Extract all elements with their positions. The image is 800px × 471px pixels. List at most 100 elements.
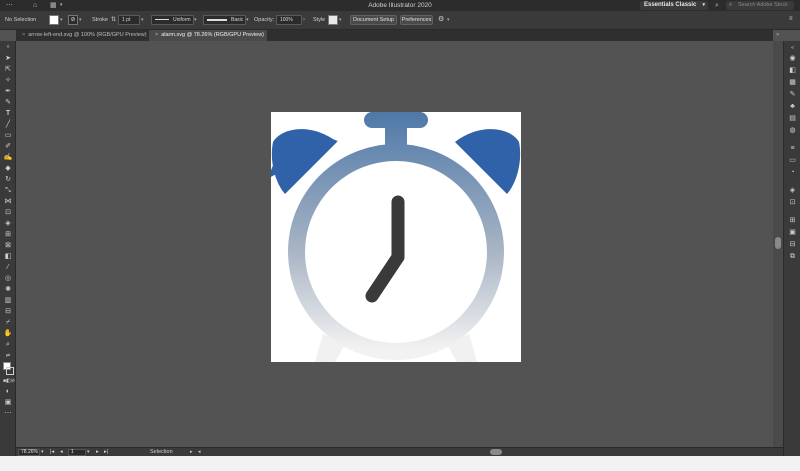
layers-panel-icon[interactable]: ◈ [788,187,797,195]
slice-tool-icon[interactable]: ⌿ [3,319,13,327]
screen-mode-icon[interactable]: ▣ [3,399,13,407]
chevron-down-icon[interactable]: ▾ [447,16,453,24]
artboard-number-field[interactable]: 1 [68,449,86,456]
workspace-switcher[interactable]: Essentials Classic ▾ [640,1,708,10]
pathfinder-panel-icon[interactable]: ⊟ [788,241,797,249]
paintbrush-tool-icon[interactable]: ✐ [3,143,13,151]
transparency-panel-icon[interactable]: ◔ [788,169,797,177]
direct-selection-tool-icon[interactable]: ⇱ [3,66,13,74]
chevron-down-icon[interactable]: ▾ [141,16,147,24]
chevron-down-icon[interactable]: ▾ [79,16,85,24]
panel-dock: « ◉ ◧ ▦ ✎ ♣ ▤ ◍ ≡ ▭ ◔ ◈ ⊡ ⊞ ▣ ⊟ ⧉ [783,41,800,456]
asset-export-icon[interactable]: ⧉ [788,253,797,261]
edit-toolbar-icon[interactable]: ⋯ [3,410,13,418]
stock-search-input[interactable]: ⌕ Search Adobe Stock [726,1,794,10]
color-mode-icon[interactable]: ■◧⊘ [3,377,15,385]
magic-wand-tool-icon[interactable]: ✧ [3,77,13,85]
symbol-sprayer-tool-icon[interactable]: ✺ [3,286,13,294]
artboard[interactable] [271,112,521,362]
stroke-swatch-icon[interactable]: ⊘ [68,15,78,25]
color-guide-icon[interactable]: ◧ [788,67,797,75]
graphic-styles-icon[interactable]: ▤ [788,115,797,123]
gradient-panel-icon[interactable]: ▭ [788,157,797,165]
swatches-panel-icon[interactable]: ▦ [788,79,797,87]
stroke-weight-field[interactable]: 1 pt [118,15,140,25]
tab-arrow-left-end[interactable]: × arrow-left-end.svg @ 100% (RGB/GPU Prev… [16,30,148,41]
selection-label: No Selection [5,17,37,23]
first-artboard-icon[interactable]: |◂ [50,449,54,455]
swap-fill-stroke-icon[interactable]: ⇄ [3,352,13,360]
appearance-panel-icon[interactable]: ◍ [788,127,797,135]
align-panel-icon[interactable]: ▣ [788,229,797,237]
rotate-tool-icon[interactable]: ↻ [3,176,13,184]
document-setup-button[interactable]: Document Setup [350,15,397,25]
shaper-tool-icon[interactable]: ✍ [3,154,13,162]
free-transform-tool-icon[interactable]: ⊡ [3,209,13,217]
opacity-field[interactable]: 100% [276,15,302,25]
previous-artboard-icon[interactable]: ◂ [60,449,63,455]
chevron-down-icon[interactable]: ▾ [87,449,90,455]
eraser-tool-icon[interactable]: ◆ [3,165,13,173]
arrange-icon[interactable]: ⚙ [438,15,444,23]
pen-tool-icon[interactable]: ✒ [3,88,13,96]
variable-width-profile-select[interactable]: Uniform [151,15,194,25]
brush-definition-select[interactable]: Basic [203,15,246,25]
chevron-down-icon[interactable]: ▾ [194,16,200,24]
preferences-button[interactable]: Preferences [400,15,433,25]
type-tool-icon[interactable]: T [3,110,13,118]
perspective-grid-tool-icon[interactable]: ⊞ [3,231,13,239]
selection-tool-icon[interactable]: ➤ [3,55,13,63]
panel-menu-icon[interactable]: ≡ [789,16,793,22]
chevron-left-icon[interactable]: ◂ [198,449,201,455]
tab-overflow-icon[interactable]: » [776,30,779,41]
close-icon[interactable]: × [155,32,158,38]
chevron-right-icon[interactable]: › [303,16,309,24]
chevron-down-icon[interactable]: ▾ [60,16,66,24]
collapse-panel-icon[interactable]: « [788,44,797,52]
scale-tool-icon[interactable]: ⤡ [3,187,13,195]
blend-tool-icon[interactable]: ◎ [3,275,13,283]
chevron-down-icon[interactable]: ▾ [41,449,44,455]
symbols-panel-icon[interactable]: ♣ [788,103,797,111]
zoom-field[interactable]: 78.26% [18,449,40,456]
mesh-tool-icon[interactable]: ⊠ [3,242,13,250]
brush-label: Basic [231,17,244,23]
hand-tool-icon[interactable]: ✋ [3,330,13,338]
zoom-tool-icon[interactable]: ⌕ [3,341,13,349]
stepper-icon[interactable]: ⇅ [111,16,116,23]
chevron-down-icon[interactable]: ▾ [339,16,345,24]
collapse-panel-icon[interactable]: » [3,43,13,51]
brush-line-icon [207,19,227,21]
profile-label: Uniform [173,17,191,23]
close-icon[interactable]: × [22,32,25,38]
rectangle-tool-icon[interactable]: ▭ [3,132,13,140]
draw-mode-icon[interactable]: ◐ [3,388,13,396]
transform-panel-icon[interactable]: ⊞ [788,217,797,225]
last-artboard-icon[interactable]: ▸| [104,449,108,455]
graphic-style-swatch[interactable] [328,15,338,25]
stroke-color-swatch[interactable] [6,367,14,375]
color-panel-icon[interactable]: ◉ [788,55,797,63]
gradient-tool-icon[interactable]: ◧ [3,253,13,261]
next-artboard-icon[interactable]: ▸ [96,449,99,455]
fill-swatch[interactable] [49,15,59,25]
vertical-scrollbar[interactable] [773,41,783,447]
shape-builder-tool-icon[interactable]: ◈ [3,220,13,228]
curvature-tool-icon[interactable]: ✎ [3,99,13,107]
brushes-panel-icon[interactable]: ✎ [788,91,797,99]
chevron-down-icon[interactable]: ▾ [246,16,252,24]
width-tool-icon[interactable]: ⋈ [3,198,13,206]
profile-line-icon [155,19,169,20]
scrollbar-thumb[interactable] [775,237,781,249]
tab-alarm[interactable]: × alarm.svg @ 78.26% (RGB/GPU Preview) [149,30,267,41]
line-tool-icon[interactable]: ╱ [3,121,13,129]
column-graph-tool-icon[interactable]: ▥ [3,297,13,305]
stroke-panel-icon[interactable]: ≡ [788,145,797,153]
chevron-right-icon[interactable]: ▸ [190,449,193,455]
eyedropper-tool-icon[interactable]: ⁄ [3,264,13,272]
horizontal-scrollbar-thumb[interactable] [490,449,502,455]
artboard-tool-icon[interactable]: ⊟ [3,308,13,316]
search-icon[interactable]: ⌕ [715,1,719,10]
artboards-panel-icon[interactable]: ⊡ [788,199,797,207]
alarm-clock-illustration [271,112,521,362]
